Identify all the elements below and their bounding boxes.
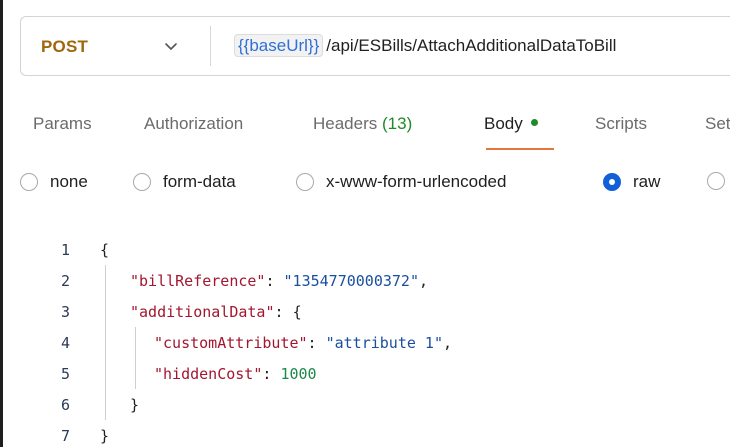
request-url-input[interactable]: {{baseUrl}}/api/ESBills/AttachAdditional… bbox=[234, 34, 617, 57]
close-brace: } bbox=[100, 427, 110, 445]
radio-none[interactable]: none bbox=[20, 172, 88, 192]
body-type-selector: none form-data x-www-form-urlencoded raw bbox=[0, 172, 730, 202]
colon: : bbox=[265, 272, 284, 290]
headers-count-badge: (13) bbox=[382, 114, 413, 133]
code-line-2: "billReference": "1354770000372", bbox=[130, 272, 428, 290]
request-url-bar: POST {{baseUrl}}/api/ESBills/AttachAddit… bbox=[20, 16, 730, 76]
radio-circle[interactable] bbox=[133, 173, 151, 191]
line-number: 5 bbox=[60, 365, 70, 383]
json-number: 1000 bbox=[280, 365, 317, 383]
radio-raw-label: raw bbox=[633, 172, 661, 191]
radio-raw[interactable]: raw bbox=[603, 172, 660, 192]
code-line-3: "additionalData": { bbox=[130, 303, 302, 321]
json-string: "attribute 1" bbox=[325, 334, 443, 352]
code-line-6: } bbox=[130, 396, 139, 414]
open-brace: { bbox=[292, 303, 302, 321]
radio-urlencoded[interactable]: x-www-form-urlencoded bbox=[296, 172, 506, 192]
indent-guide bbox=[105, 265, 106, 420]
code-line-5: "hiddenCost": 1000 bbox=[154, 365, 317, 383]
chevron-down-icon[interactable] bbox=[161, 36, 181, 56]
radio-circle[interactable] bbox=[707, 172, 725, 190]
tab-settings[interactable]: Set bbox=[705, 114, 730, 134]
radio-binary[interactable] bbox=[707, 172, 725, 190]
json-string: "1354770000372" bbox=[283, 272, 419, 290]
colon: : bbox=[262, 365, 281, 383]
http-method-select[interactable]: POST bbox=[41, 37, 88, 57]
comma: , bbox=[443, 334, 453, 352]
code-line-4: "customAttribute": "attribute 1", bbox=[154, 334, 452, 352]
line-number: 7 bbox=[60, 427, 70, 445]
tab-params[interactable]: Params bbox=[33, 114, 92, 134]
tab-body[interactable]: Body bbox=[484, 114, 538, 134]
indent-guide bbox=[135, 327, 136, 389]
body-indicator-dot bbox=[530, 119, 538, 127]
method-url-divider bbox=[210, 26, 211, 66]
tab-body-label: Body bbox=[484, 114, 523, 133]
json-key: "billReference" bbox=[130, 272, 266, 290]
colon: : bbox=[274, 303, 293, 321]
active-tab-underline bbox=[486, 148, 554, 150]
tab-authorization[interactable]: Authorization bbox=[144, 114, 243, 134]
radio-circle[interactable] bbox=[20, 173, 38, 191]
line-number: 6 bbox=[60, 396, 70, 414]
json-key: "additionalData" bbox=[130, 303, 275, 321]
line-number: 2 bbox=[60, 272, 70, 290]
request-tabs: Params Authorization Headers (13) Body S… bbox=[0, 114, 730, 154]
radio-circle[interactable] bbox=[296, 173, 314, 191]
tab-headers[interactable]: Headers (13) bbox=[313, 114, 412, 134]
tab-scripts[interactable]: Scripts bbox=[595, 114, 647, 134]
radio-form-data[interactable]: form-data bbox=[133, 172, 236, 192]
tab-headers-label: Headers bbox=[313, 114, 378, 133]
open-brace: { bbox=[100, 241, 110, 259]
line-number: 3 bbox=[60, 303, 70, 321]
code-line-1: { bbox=[100, 241, 109, 259]
json-key: "customAttribute" bbox=[154, 334, 308, 352]
radio-form-data-label: form-data bbox=[163, 172, 236, 191]
radio-none-label: none bbox=[50, 172, 88, 191]
close-brace: } bbox=[130, 396, 140, 414]
url-variable-chip[interactable]: {{baseUrl}} bbox=[234, 34, 324, 57]
comma: , bbox=[419, 272, 429, 290]
radio-circle-selected[interactable] bbox=[603, 173, 621, 191]
radio-urlencoded-label: x-www-form-urlencoded bbox=[326, 172, 507, 191]
url-path: /api/ESBills/AttachAdditionalDataToBill bbox=[326, 36, 617, 55]
line-number: 1 bbox=[60, 241, 70, 259]
line-number: 4 bbox=[60, 334, 70, 352]
json-key: "hiddenCost" bbox=[154, 365, 263, 383]
code-editor[interactable]: 1 2 3 4 5 6 7 { "billReference": "135477… bbox=[0, 234, 730, 447]
code-line-7: } bbox=[100, 427, 109, 445]
colon: : bbox=[307, 334, 326, 352]
